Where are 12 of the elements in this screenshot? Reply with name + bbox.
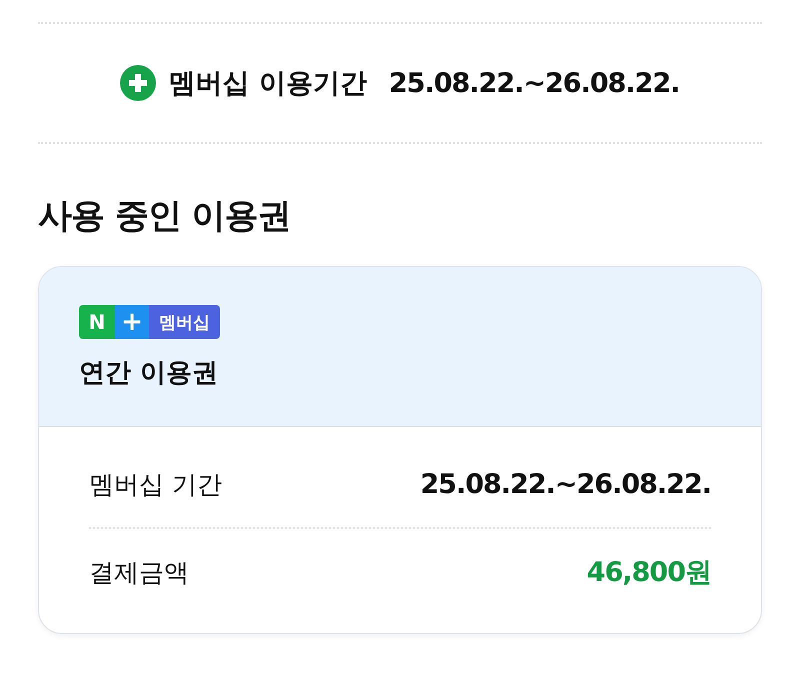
period-label: 멤버십 이용기간 — [168, 67, 367, 101]
period-value: 25.08.22.~26.08.22. — [388, 68, 680, 98]
membership-badge: 멤버십 — [149, 305, 220, 339]
row-value: 25.08.22.~26.08.22. — [420, 468, 711, 500]
plus-badge: + — [115, 305, 149, 339]
plus-circle-icon — [120, 65, 156, 101]
row-label: 결제금액 — [89, 556, 189, 588]
row-label: 멤버십 기간 — [89, 468, 222, 500]
ticket-name: 연간 이용권 — [79, 357, 220, 390]
row-value: 46,800원 — [586, 556, 711, 590]
section-title: 사용 중인 이용권 — [38, 196, 292, 236]
brand-badge: N — [79, 305, 115, 339]
